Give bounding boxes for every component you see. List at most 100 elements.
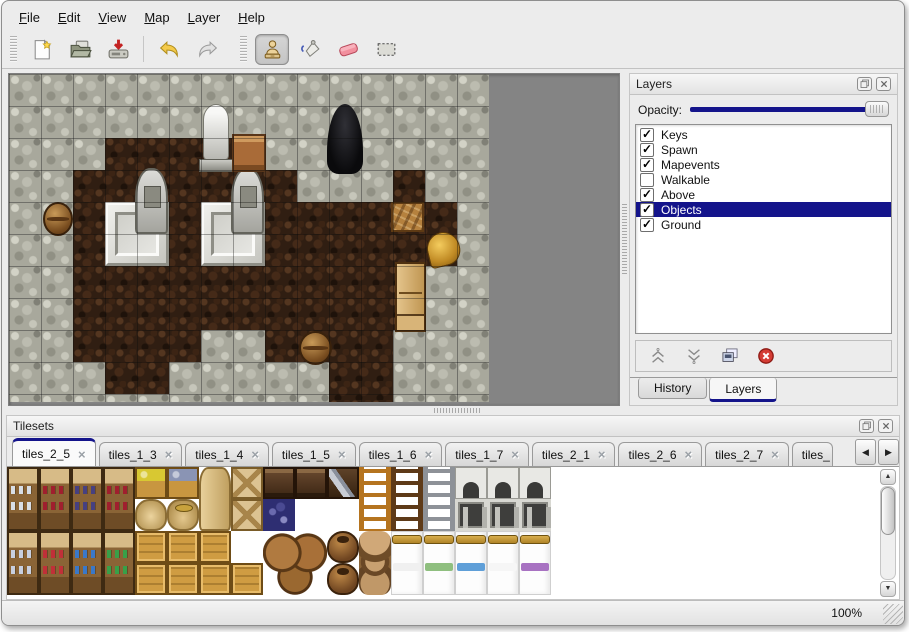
tileset-tab-tiles_2_6[interactable]: tiles_2_6× bbox=[618, 442, 702, 466]
tab-close-icon[interactable]: × bbox=[425, 448, 433, 461]
close-panel-button[interactable] bbox=[878, 419, 893, 433]
layer-row-walkable[interactable]: Walkable bbox=[636, 172, 891, 187]
tileset-tile-blue-debris[interactable] bbox=[263, 499, 295, 531]
tileset-tab-tiles_1_6[interactable]: tiles_1_6× bbox=[359, 442, 443, 466]
fill-tool-button[interactable] bbox=[293, 34, 327, 65]
tileset-tile-sack[interactable] bbox=[135, 499, 167, 531]
tileset-tile-arch-top[interactable] bbox=[455, 467, 487, 499]
resize-grip[interactable] bbox=[883, 604, 903, 624]
float-panel-button[interactable] bbox=[859, 419, 874, 433]
tileset-tile-crate[interactable] bbox=[199, 563, 231, 595]
tileset-tile-shelf[interactable] bbox=[39, 467, 71, 531]
menu-layer[interactable]: Layer bbox=[179, 7, 230, 28]
layer-visible-checkbox[interactable] bbox=[640, 173, 654, 187]
scroll-down-button[interactable]: ▼ bbox=[880, 581, 896, 597]
layer-visible-checkbox[interactable]: ✓ bbox=[640, 128, 654, 142]
redo-button[interactable] bbox=[190, 34, 224, 65]
map-view[interactable] bbox=[8, 73, 620, 406]
layer-row-objects[interactable]: ✓Objects bbox=[636, 202, 891, 217]
undo-button[interactable] bbox=[152, 34, 186, 65]
tileset-tab-tiles_1_3[interactable]: tiles_1_3× bbox=[99, 442, 183, 466]
tileset-tile-ladder[interactable] bbox=[391, 467, 423, 531]
dock-tab-layers[interactable]: Layers bbox=[709, 378, 777, 402]
horizontal-splitter-grip[interactable] bbox=[434, 408, 480, 413]
vertical-splitter[interactable] bbox=[620, 73, 629, 406]
tileset-tile-sack-tall[interactable] bbox=[199, 467, 231, 531]
layer-visible-checkbox[interactable]: ✓ bbox=[640, 188, 654, 202]
new-file-button[interactable] bbox=[25, 34, 59, 65]
layer-row-keys[interactable]: ✓Keys bbox=[636, 127, 891, 142]
duplicate-layer-button[interactable] bbox=[718, 344, 742, 368]
scrollbar-thumb[interactable] bbox=[881, 487, 895, 535]
tileset-tile-bed[interactable] bbox=[423, 531, 455, 595]
tileset-tile-bed[interactable] bbox=[391, 531, 423, 595]
tileset-tile-veg[interactable] bbox=[135, 467, 167, 499]
scroll-tabs-left-button[interactable]: ◀ bbox=[855, 439, 876, 465]
tileset-tile-veg[interactable] bbox=[167, 467, 199, 499]
open-file-button[interactable] bbox=[63, 34, 97, 65]
layer-row-mapevents[interactable]: ✓Mapevents bbox=[636, 157, 891, 172]
tileset-tile-arch-door[interactable] bbox=[519, 499, 551, 531]
tileset-scrollbar[interactable]: ▲ ▼ bbox=[880, 469, 896, 597]
tab-close-icon[interactable]: × bbox=[685, 448, 693, 461]
tileset-tile-crate[interactable] bbox=[135, 531, 167, 563]
tileset-tile-barrel-up[interactable] bbox=[327, 531, 359, 563]
tileset-tile-crate[interactable] bbox=[199, 531, 231, 563]
tileset-tab-tiles_2_1[interactable]: tiles_2_1× bbox=[532, 442, 616, 466]
tileset-tile-shelf[interactable] bbox=[71, 467, 103, 531]
layer-row-above[interactable]: ✓Above bbox=[636, 187, 891, 202]
toolbar-grip[interactable] bbox=[10, 36, 17, 62]
tileset-tile-barrel-pile[interactable] bbox=[263, 531, 327, 595]
tileset-tile-pot-stack[interactable] bbox=[359, 531, 391, 595]
tab-close-icon[interactable]: × bbox=[251, 448, 259, 461]
tileset-tile-crate[interactable] bbox=[135, 563, 167, 595]
opacity-slider-handle[interactable] bbox=[865, 101, 889, 117]
move-down-layer-button[interactable] bbox=[682, 344, 706, 368]
tileset-tile-ladder[interactable] bbox=[423, 467, 455, 531]
tileset-tile-arch-door[interactable] bbox=[455, 499, 487, 531]
tileset-tile-shelf[interactable] bbox=[71, 531, 103, 595]
tileset-tab-tiles_1_4[interactable]: tiles_1_4× bbox=[185, 442, 269, 466]
tileset-tile-arch-top[interactable] bbox=[519, 467, 551, 499]
tileset-tab-tiles_2_7[interactable]: tiles_2_7× bbox=[705, 442, 789, 466]
layer-visible-checkbox[interactable]: ✓ bbox=[640, 158, 654, 172]
tileset-tile-ladder[interactable] bbox=[359, 467, 391, 531]
tileset-tile-chest-metal[interactable] bbox=[327, 467, 359, 499]
tileset-tile-crate[interactable] bbox=[167, 531, 199, 563]
tileset-tile-shelf[interactable] bbox=[103, 531, 135, 595]
opacity-slider[interactable] bbox=[690, 101, 889, 118]
tab-close-icon[interactable]: × bbox=[598, 448, 606, 461]
tab-close-icon[interactable]: × bbox=[78, 448, 86, 461]
tileset-tile-bed[interactable] bbox=[487, 531, 519, 595]
tileset-tile-sack-open[interactable] bbox=[167, 499, 199, 531]
eraser-tool-button[interactable] bbox=[331, 34, 365, 65]
layer-row-spawn[interactable]: ✓Spawn bbox=[636, 142, 891, 157]
close-panel-button[interactable] bbox=[876, 77, 891, 91]
save-file-button[interactable] bbox=[101, 34, 135, 65]
tileset-canvas[interactable] bbox=[7, 467, 553, 599]
tileset-tile-chest-dark[interactable] bbox=[295, 467, 327, 499]
float-panel-button[interactable] bbox=[857, 77, 872, 91]
menu-help[interactable]: Help bbox=[229, 7, 274, 28]
tileset-tab-tiles[interactable]: tiles_ bbox=[792, 442, 833, 466]
menu-view[interactable]: View bbox=[89, 7, 135, 28]
layer-visible-checkbox[interactable]: ✓ bbox=[640, 203, 654, 217]
tileset-tile-crate[interactable] bbox=[167, 563, 199, 595]
tab-close-icon[interactable]: × bbox=[165, 448, 173, 461]
tileset-tile-chest-dark[interactable] bbox=[263, 467, 295, 499]
tileset-tile-bed[interactable] bbox=[455, 531, 487, 595]
layer-visible-checkbox[interactable]: ✓ bbox=[640, 143, 654, 157]
select-tool-button[interactable] bbox=[369, 34, 403, 65]
layer-row-ground[interactable]: ✓Ground bbox=[636, 217, 891, 232]
tileset-tile-arch-door[interactable] bbox=[487, 499, 519, 531]
delete-layer-button[interactable] bbox=[754, 344, 778, 368]
scroll-up-button[interactable]: ▲ bbox=[880, 469, 896, 485]
tileset-tab-tiles_2_5[interactable]: tiles_2_5× bbox=[12, 438, 96, 466]
tileset-tile-bed[interactable] bbox=[519, 531, 551, 595]
tab-close-icon[interactable]: × bbox=[771, 448, 779, 461]
menu-edit[interactable]: Edit bbox=[49, 7, 89, 28]
tab-close-icon[interactable]: × bbox=[511, 448, 519, 461]
map-canvas[interactable] bbox=[9, 74, 489, 402]
tileset-tile-crate-x[interactable] bbox=[231, 499, 263, 531]
tileset-tab-tiles_1_7[interactable]: tiles_1_7× bbox=[445, 442, 529, 466]
